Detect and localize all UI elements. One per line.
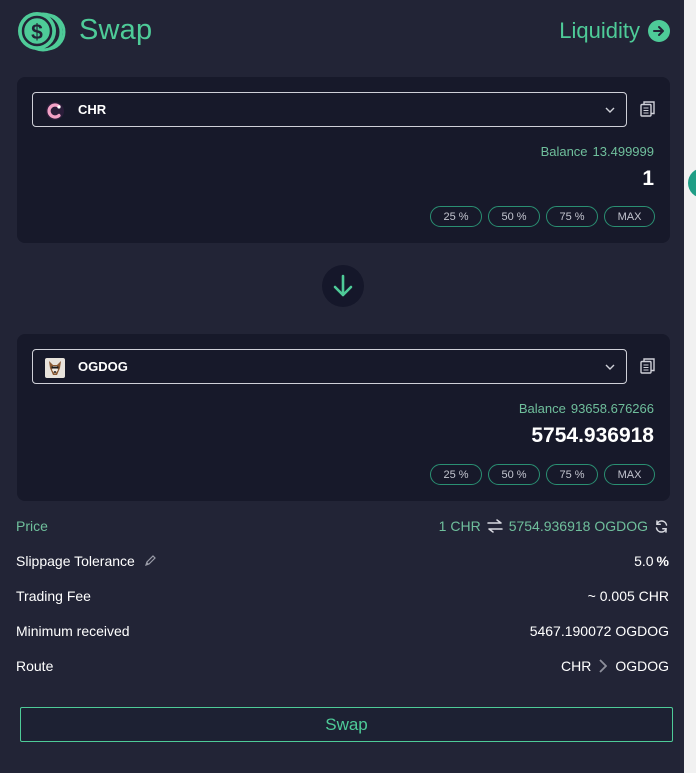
slippage-value: 5.0% (634, 553, 669, 569)
from-token-name: CHR (78, 102, 107, 117)
swap-button[interactable]: Swap (20, 707, 673, 742)
liquidity-label: Liquidity (559, 18, 640, 43)
price-row: Price 1 CHR 5754.936918 OGDOG (16, 518, 669, 538)
fee-value: ~ 0.005 CHR (587, 588, 669, 604)
pencil-icon[interactable] (144, 554, 157, 570)
slippage-label-text: Slippage Tolerance (16, 553, 135, 569)
window-edge (684, 0, 696, 773)
to-token-panel: OGDOG Balance 93658.676266 5754.936918 25… (17, 334, 670, 501)
extension-badge-icon (688, 168, 696, 198)
chevron-right-icon (599, 659, 608, 673)
min-received-value: 5467.190072 OGDOG (529, 623, 669, 639)
copy-icon[interactable] (640, 101, 655, 117)
slippage-label: Slippage Tolerance (16, 553, 157, 570)
swap-arrows-icon[interactable] (486, 519, 503, 533)
from-amount[interactable]: 1 (642, 167, 654, 191)
percent-75-button[interactable]: 75 % (546, 464, 598, 485)
minimum-received-row: Minimum received 5467.190072 OGDOG (16, 623, 669, 643)
min-received-label: Minimum received (16, 623, 130, 639)
liquidity-link[interactable]: Liquidity (559, 18, 670, 44)
to-balance: Balance 93658.676266 (519, 401, 654, 416)
price-right: 5754.936918 OGDOG (508, 518, 648, 534)
route-value: CHR OGDOG (561, 658, 669, 674)
balance-label: Balance (540, 144, 588, 159)
percent-25-button[interactable]: 25 % (430, 206, 482, 227)
balance-value: 13.499999 (592, 144, 654, 159)
from-percent-buttons: 25 % 50 % 75 % MAX (424, 206, 655, 227)
from-token-panel: CHR Balance 13.499999 1 25 % 50 % 75 % MA… (17, 77, 670, 243)
slippage-unit: % (656, 553, 669, 569)
header: $ Swap Liquidity (16, 10, 670, 54)
balance-label: Balance (518, 401, 566, 416)
switch-direction-button[interactable] (322, 265, 364, 307)
from-balance: Balance 13.499999 (541, 144, 654, 159)
slippage-row: Slippage Tolerance 5.0% (16, 553, 669, 573)
page-title: Swap (79, 14, 153, 46)
swap-page: $ Swap Liquidity CHR Balance 13.499999 1… (0, 0, 684, 773)
to-amount[interactable]: 5754.936918 (531, 424, 654, 448)
chevron-down-icon (605, 364, 615, 370)
svg-text:$: $ (31, 21, 43, 44)
percent-75-button[interactable]: 75 % (546, 206, 598, 227)
max-button[interactable]: MAX (604, 464, 655, 485)
max-button[interactable]: MAX (604, 206, 655, 227)
price-left: 1 CHR (438, 518, 481, 534)
trading-fee-row: Trading Fee ~ 0.005 CHR (16, 588, 669, 608)
slippage-number: 5.0 (634, 553, 654, 569)
to-percent-buttons: 25 % 50 % 75 % MAX (424, 464, 655, 485)
percent-25-button[interactable]: 25 % (430, 464, 482, 485)
chromia-icon (46, 102, 64, 120)
route-from: CHR (560, 658, 592, 674)
route-label: Route (16, 658, 54, 674)
price-label: Price (16, 518, 48, 534)
to-token-select[interactable]: OGDOG (32, 349, 627, 384)
fee-label: Trading Fee (16, 588, 91, 604)
arrow-down-icon (333, 274, 353, 297)
copy-icon[interactable] (640, 358, 655, 374)
refresh-icon[interactable] (654, 519, 669, 534)
to-token-name: OGDOG (78, 359, 128, 374)
balance-value: 93658.676266 (570, 401, 654, 416)
route-to: OGDOG (615, 658, 669, 674)
arrow-right-icon (648, 20, 670, 42)
price-value: 1 CHR 5754.936918 OGDOG (439, 518, 669, 534)
coins-logo-icon: $ (18, 12, 66, 52)
percent-50-button[interactable]: 50 % (488, 464, 540, 485)
route-row: Route CHR OGDOG (16, 658, 669, 678)
chevron-down-icon (605, 107, 615, 113)
dog-avatar-icon (45, 358, 65, 378)
percent-50-button[interactable]: 50 % (488, 206, 540, 227)
from-token-select[interactable]: CHR (32, 92, 627, 127)
